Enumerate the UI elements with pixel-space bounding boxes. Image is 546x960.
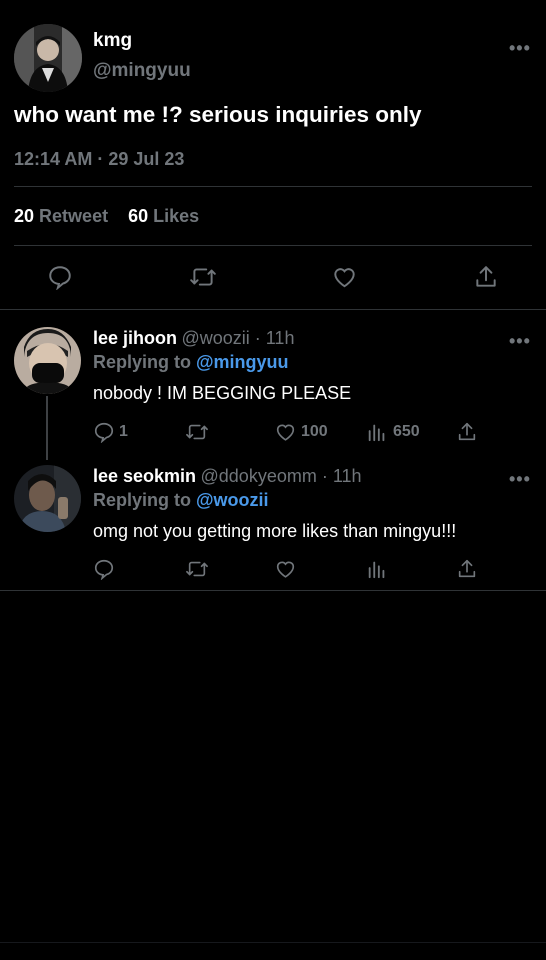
retweet-icon[interactable] <box>185 558 209 580</box>
reply-text: nobody ! IM BEGGING PLEASE <box>93 383 352 403</box>
retweet-label[interactable]: Retweet <box>39 206 108 226</box>
reply-header: lee seokmin @ddokyeomm · 11h <box>93 466 362 487</box>
tweet-stats: 20 Retweet 60 Likes <box>14 206 199 227</box>
retweet-count[interactable]: 20 <box>14 206 34 226</box>
mention-link[interactable]: @mingyuu <box>196 352 289 372</box>
more-options-icon[interactable]: ••• <box>509 38 531 59</box>
views-icon[interactable] <box>366 558 388 580</box>
retweet-icon[interactable] <box>185 421 209 443</box>
avatar-kmg[interactable] <box>14 24 82 92</box>
author-handle[interactable]: @mingyuu <box>93 60 191 82</box>
replying-prefix: Replying to <box>93 490 196 510</box>
avatar-jihoon[interactable] <box>14 327 81 394</box>
more-options-icon[interactable]: ••• <box>509 331 531 352</box>
share-icon[interactable] <box>456 558 478 580</box>
author-name[interactable]: kmg <box>93 30 132 52</box>
reply-author-handle[interactable]: @ddokyeomm · 11h <box>201 466 362 486</box>
reply-author-name[interactable]: lee jihoon <box>93 328 177 348</box>
reply-count: 1 <box>119 423 128 440</box>
share-icon[interactable] <box>473 264 499 290</box>
tweet-text: who want me !? serious inquiries only <box>14 102 422 127</box>
reply-icon[interactable] <box>93 421 115 443</box>
reply-icon[interactable] <box>93 558 115 580</box>
divider <box>14 186 532 187</box>
retweet-icon[interactable] <box>189 264 217 290</box>
share-icon[interactable] <box>456 421 478 443</box>
more-options-icon[interactable]: ••• <box>509 469 531 490</box>
likes-count[interactable]: 60 <box>128 206 148 226</box>
thread-line <box>46 396 48 460</box>
reply-text: omg not you getting more likes than ming… <box>93 521 457 541</box>
reply-author-handle[interactable]: @woozii · 11h <box>181 328 294 348</box>
tweet-timestamp[interactable]: 12:14 AM · 29 Jul 23 <box>14 149 184 170</box>
views-icon[interactable] <box>366 421 388 443</box>
reply-icon[interactable] <box>47 264 73 290</box>
avatar-seokmin[interactable] <box>14 465 81 532</box>
replying-to: Replying to @woozii <box>93 490 269 511</box>
reply-header: lee jihoon @woozii · 11h <box>93 328 294 349</box>
like-icon[interactable] <box>274 558 297 580</box>
view-count: 650 <box>393 423 420 440</box>
divider <box>0 590 546 591</box>
divider <box>0 942 546 943</box>
divider <box>14 245 532 246</box>
avatar-image <box>14 24 82 92</box>
like-count: 100 <box>301 423 328 440</box>
divider <box>0 309 546 310</box>
mention-link[interactable]: @woozii <box>196 490 269 510</box>
likes-label[interactable]: Likes <box>153 206 199 226</box>
like-icon[interactable] <box>331 264 358 290</box>
replying-prefix: Replying to <box>93 352 196 372</box>
replying-to: Replying to @mingyuu <box>93 352 289 373</box>
reply-author-name[interactable]: lee seokmin <box>93 466 196 486</box>
avatar-image <box>14 465 81 532</box>
avatar-image <box>14 327 81 394</box>
like-icon[interactable] <box>274 421 297 443</box>
